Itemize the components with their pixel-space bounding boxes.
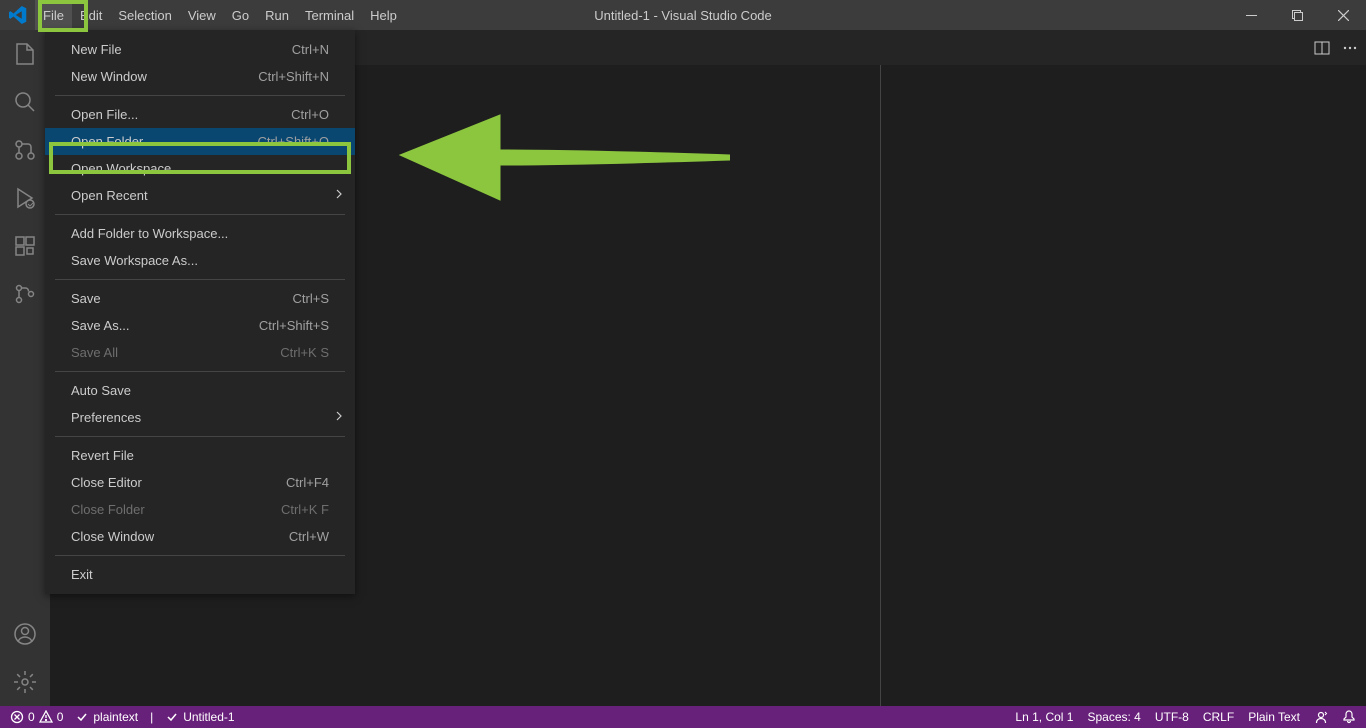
menu-save-all: Save All Ctrl+K S [45,339,355,366]
menubar-item-edit[interactable]: Edit [72,0,110,30]
menubar-item-file[interactable]: File [35,0,72,30]
status-file[interactable]: Untitled-1 [165,710,234,724]
language-mode-label: plaintext [93,710,138,724]
warnings-count: 0 [57,710,64,724]
vscode-logo-icon [0,6,35,24]
menu-item-shortcut: Ctrl+Shift+S [259,318,329,333]
errors-count: 0 [28,710,35,724]
menu-item-label: Open Recent [71,188,148,203]
menu-preferences[interactable]: Preferences [45,404,355,431]
menubar-item-run[interactable]: Run [257,0,297,30]
chevron-right-icon [333,410,345,425]
menu-open-recent[interactable]: Open Recent [45,182,355,209]
menubar: File Edit Selection View Go Run Terminal… [35,0,405,30]
menubar-item-help[interactable]: Help [362,0,405,30]
menu-item-label: New File [71,42,122,57]
activity-source-control-2[interactable] [0,270,50,318]
menu-open-workspace[interactable]: Open Workspace... [45,155,355,182]
menu-item-shortcut: Ctrl+F4 [286,475,329,490]
menu-auto-save[interactable]: Auto Save [45,377,355,404]
menu-new-window[interactable]: New Window Ctrl+Shift+N [45,63,355,90]
menu-item-shortcut: Ctrl+Shift+N [258,69,329,84]
status-notifications-icon[interactable] [1342,710,1356,724]
activity-settings[interactable] [0,658,50,706]
activity-run-debug[interactable] [0,174,50,222]
menu-item-label: Save Workspace As... [71,253,198,268]
menubar-item-view[interactable]: View [180,0,224,30]
titlebar: File Edit Selection View Go Run Terminal… [0,0,1366,30]
menu-item-label: New Window [71,69,147,84]
menubar-item-terminal[interactable]: Terminal [297,0,362,30]
menu-item-label: Open Workspace... [71,161,182,176]
menu-item-label: Save As... [71,318,130,333]
status-encoding[interactable]: UTF-8 [1155,710,1189,724]
split-editor-icon[interactable] [1314,40,1330,56]
menu-item-label: Revert File [71,448,134,463]
menu-item-label: Auto Save [71,383,131,398]
menu-item-shortcut: Ctrl+K F [281,502,329,517]
editor-pane-right[interactable] [881,65,1366,706]
menu-revert-file[interactable]: Revert File [45,442,355,469]
menu-close-editor[interactable]: Close Editor Ctrl+F4 [45,469,355,496]
menu-item-shortcut: Ctrl+W [289,529,329,544]
status-spaces[interactable]: Spaces: 4 [1087,710,1140,724]
menu-close-window[interactable]: Close Window Ctrl+W [45,523,355,550]
more-actions-icon[interactable] [1342,40,1358,56]
menu-separator [55,95,345,96]
window-title: Untitled-1 - Visual Studio Code [594,8,772,23]
status-language-mode[interactable]: plaintext [75,710,138,724]
menu-item-shortcut: Ctrl+N [292,42,329,57]
minimize-button[interactable] [1228,0,1274,30]
menu-item-label: Preferences [71,410,141,425]
chevron-right-icon [333,188,345,203]
activity-bar [0,30,50,706]
close-button[interactable] [1320,0,1366,30]
status-feedback-icon[interactable] [1314,710,1328,724]
status-cursor[interactable]: Ln 1, Col 1 [1015,710,1073,724]
menu-save-workspace-as[interactable]: Save Workspace As... [45,247,355,274]
menu-item-label: Save All [71,345,118,360]
menu-separator [55,555,345,556]
menu-separator [55,371,345,372]
menu-item-label: Exit [71,567,93,582]
menubar-item-go[interactable]: Go [224,0,257,30]
menu-open-folder[interactable]: Open Folder... Ctrl+Shift+O [45,128,355,155]
status-filetype[interactable]: Plain Text [1248,710,1300,724]
menu-open-file[interactable]: Open File... Ctrl+O [45,101,355,128]
menu-item-label: Open Folder... [71,134,153,149]
menu-save-as[interactable]: Save As... Ctrl+Shift+S [45,312,355,339]
menubar-item-selection[interactable]: Selection [110,0,179,30]
menu-item-label: Open File... [71,107,138,122]
menu-exit[interactable]: Exit [45,561,355,588]
menu-close-folder: Close Folder Ctrl+K F [45,496,355,523]
menu-item-shortcut: Ctrl+K S [280,345,329,360]
menu-new-file[interactable]: New File Ctrl+N [45,36,355,63]
activity-explorer[interactable] [0,30,50,78]
file-label: Untitled-1 [183,710,234,724]
menu-item-label: Add Folder to Workspace... [71,226,228,241]
status-problems[interactable]: 0 0 [10,710,63,724]
menu-item-shortcut: Ctrl+O [291,107,329,122]
menu-item-shortcut: Ctrl+Shift+O [257,134,329,149]
menu-separator [55,279,345,280]
status-eol[interactable]: CRLF [1203,710,1234,724]
window-controls [1228,0,1366,30]
menu-item-label: Close Window [71,529,154,544]
activity-search[interactable] [0,78,50,126]
menu-separator [55,436,345,437]
activity-extensions[interactable] [0,222,50,270]
file-dropdown-menu: New File Ctrl+N New Window Ctrl+Shift+N … [45,30,355,594]
menu-save[interactable]: Save Ctrl+S [45,285,355,312]
statusbar: 0 0 plaintext | Untitled-1 Ln 1, Col 1 S… [0,706,1366,728]
activity-accounts[interactable] [0,610,50,658]
status-separator: | [150,710,153,724]
maximize-button[interactable] [1274,0,1320,30]
menu-item-shortcut: Ctrl+S [293,291,329,306]
menu-item-label: Save [71,291,101,306]
activity-source-control[interactable] [0,126,50,174]
menu-add-folder-workspace[interactable]: Add Folder to Workspace... [45,220,355,247]
menu-separator [55,214,345,215]
menu-item-label: Close Folder [71,502,145,517]
menu-item-label: Close Editor [71,475,142,490]
